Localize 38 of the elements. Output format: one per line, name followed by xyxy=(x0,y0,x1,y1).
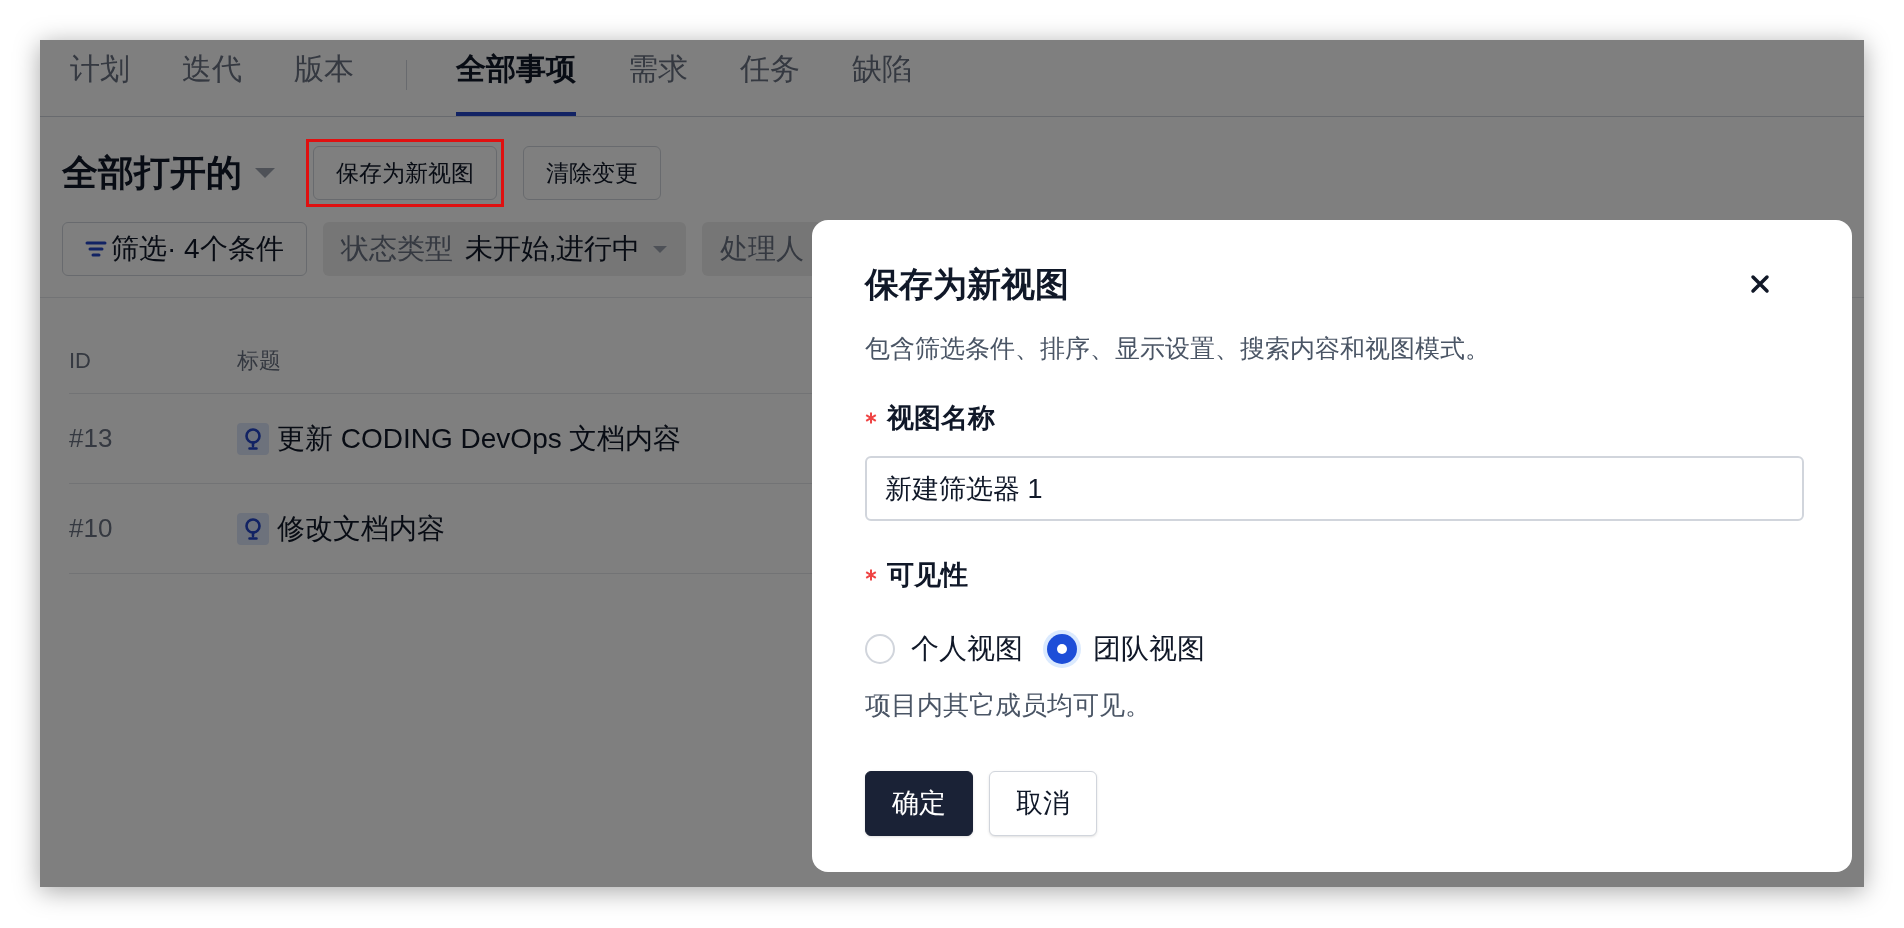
radio-label: 团队视图 xyxy=(1093,631,1205,666)
dialog-description: 包含筛选条件、排序、显示设置、搜索内容和视图模式。 xyxy=(865,333,1491,364)
tab[interactable]: 需求 xyxy=(628,40,688,116)
column-header: 标题 xyxy=(237,347,281,375)
filter-name: 状态类型 xyxy=(340,232,453,266)
tab[interactable]: 迭代 xyxy=(182,40,242,116)
table-cell-text: 更新 CODING DevOps 文档内容 xyxy=(277,421,682,456)
field-label: 可见性 xyxy=(887,559,968,592)
filter-button[interactable]: 筛选· 4个条件 xyxy=(62,222,307,276)
column-header: ID xyxy=(69,347,92,375)
dialog-title: 保存为新视图 xyxy=(865,264,1069,305)
toolbar-button[interactable]: 保存为新视图 xyxy=(313,146,497,200)
table-cell-text: #10 xyxy=(69,512,114,545)
table-cell-text: 修改文档内容 xyxy=(277,511,445,546)
lightbulb-icon xyxy=(237,422,269,455)
caret-icon xyxy=(652,244,669,254)
lightbulb-icon xyxy=(237,512,269,545)
tab[interactable]: 版本 xyxy=(294,40,354,116)
close-icon xyxy=(1750,274,1770,294)
radio-button[interactable] xyxy=(865,633,895,664)
view-title: 全部打开的 xyxy=(62,151,242,195)
radio-button[interactable] xyxy=(1047,633,1077,664)
tab[interactable]: 缺陷 xyxy=(852,40,912,116)
filter-icon xyxy=(85,240,107,258)
toolbar-button[interactable]: 清除变更 xyxy=(523,146,661,200)
filter-chip[interactable]: 状态类型 未开始,进行中 xyxy=(322,222,687,276)
tab[interactable]: 全部事项 xyxy=(456,40,576,116)
field-label: 视图名称 xyxy=(887,401,995,435)
tab[interactable]: 计划 xyxy=(70,40,130,116)
filter-value: 未开始,进行中 xyxy=(464,232,641,266)
input-field[interactable]: 新建筛选器 1 xyxy=(865,456,1804,521)
help-text: 项目内其它成员均可见。 xyxy=(865,688,1152,722)
tab[interactable]: 任务 xyxy=(740,40,800,116)
confirm-button[interactable]: 确定 xyxy=(865,770,973,836)
radio-label: 个人视图 xyxy=(911,631,1023,666)
cancel-button[interactable]: 取消 xyxy=(989,770,1097,836)
filter-name: 处理人 xyxy=(720,232,805,266)
table-cell-text: #13 xyxy=(69,422,114,455)
